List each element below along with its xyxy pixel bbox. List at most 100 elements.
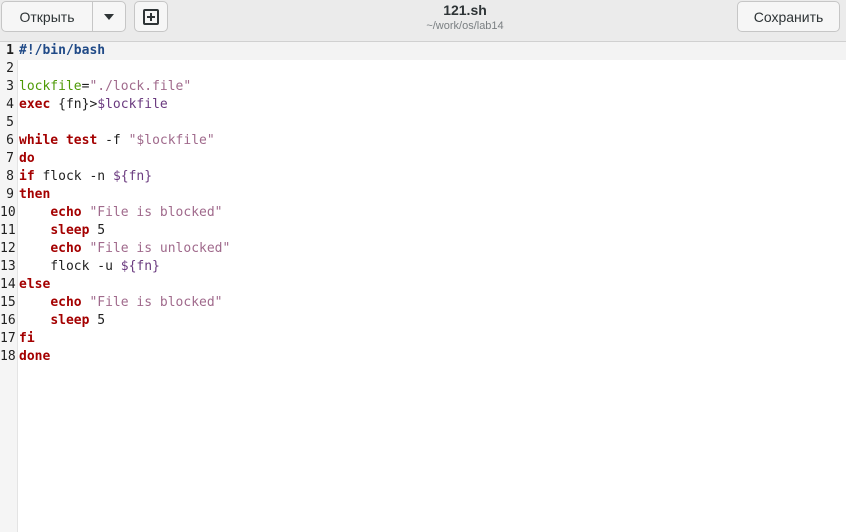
code-token: -f	[97, 133, 129, 148]
line-number: 14	[0, 277, 16, 292]
code-token: echo	[50, 241, 82, 256]
open-button-label: Открыть	[19, 8, 75, 25]
code-token: fi	[19, 331, 35, 346]
code-token: sleep	[50, 223, 90, 238]
code-token: $lockfile	[97, 97, 168, 112]
code-text: sleep 5	[19, 222, 105, 240]
document-path: ~/work/os/lab14	[426, 20, 504, 32]
code-token: else	[19, 277, 51, 292]
line-number: 16	[0, 313, 16, 328]
line-number: 15	[0, 295, 16, 310]
code-token: echo	[50, 205, 82, 220]
code-editor[interactable]: 1 #!/bin/bash 2 3 lockfile="./lock.file" 4 exe…	[0, 42, 846, 532]
code-token: ${fn}	[120, 259, 160, 274]
code-line[interactable]: 12 echo "File is unlocked"	[0, 240, 846, 258]
line-number: 5	[6, 115, 14, 130]
code-token: lockfile	[19, 79, 82, 94]
code-token: flock -n	[34, 169, 113, 184]
line-number: 2	[6, 61, 14, 76]
line-number: 1	[6, 43, 14, 58]
line-number: 4	[6, 97, 14, 112]
open-button[interactable]: Открыть	[1, 1, 93, 32]
code-line[interactable]: 11 sleep 5	[0, 222, 846, 240]
line-number: 7	[6, 151, 14, 166]
code-token: ${fn}	[112, 169, 153, 184]
code-line[interactable]: 6 while test -f "$lockfile"	[0, 132, 846, 150]
code-text: done	[19, 348, 50, 366]
code-text: do	[19, 150, 35, 168]
line-number: 11	[0, 223, 16, 238]
code-text: else	[19, 276, 50, 294]
code-text: echo "File is blocked"	[19, 204, 223, 222]
line-number: 17	[0, 331, 16, 346]
code-line[interactable]: 16 sleep 5	[0, 312, 846, 330]
header-bar: Открыть 121.sh ~/work/os/lab14 Сохранить	[0, 0, 846, 42]
code-line[interactable]: 4 exec {fn}>$lockfile	[0, 96, 846, 114]
code-token: done	[19, 349, 51, 364]
code-token: do	[19, 151, 35, 166]
code-token: "File is blocked"	[89, 295, 223, 310]
code-token: echo	[50, 295, 82, 310]
code-line[interactable]: 3 lockfile="./lock.file"	[0, 78, 846, 96]
line-number: 18	[0, 349, 16, 364]
code-token: 5	[89, 313, 106, 328]
code-text: while test -f "$lockfile"	[19, 132, 215, 150]
code-text: flock -u ${fn}	[19, 258, 160, 276]
save-button-label: Сохранить	[753, 8, 824, 25]
line-number: 3	[6, 79, 14, 94]
code-token: flock -u	[19, 259, 121, 274]
document-title-area: 121.sh ~/work/os/lab14	[330, 2, 600, 34]
code-line[interactable]: 7 do	[0, 150, 846, 168]
code-line[interactable]: 9 then	[0, 186, 846, 204]
save-button[interactable]: Сохранить	[737, 1, 840, 32]
code-line[interactable]: 8 if flock -n ${fn}	[0, 168, 846, 186]
code-token: "File is unlocked"	[89, 241, 231, 256]
code-token: 5	[89, 223, 106, 238]
code-line[interactable]: 15 echo "File is blocked"	[0, 294, 846, 312]
code-token: "$lockfile"	[128, 133, 215, 148]
code-text: then	[19, 186, 50, 204]
code-line[interactable]: 10 echo "File is blocked"	[0, 204, 846, 222]
line-number: 9	[6, 187, 14, 202]
code-text: echo "File is unlocked"	[19, 240, 230, 258]
open-button-group: Открыть	[1, 1, 126, 32]
code-token: if	[19, 169, 35, 184]
code-line[interactable]: 14 else	[0, 276, 846, 294]
code-text: echo "File is blocked"	[19, 294, 223, 312]
code-token: "File is blocked"	[89, 205, 223, 220]
code-token: while	[19, 133, 59, 148]
code-line[interactable]: 1 #!/bin/bash	[0, 42, 846, 60]
code-text: fi	[19, 330, 35, 348]
code-line[interactable]: 17 fi	[0, 330, 846, 348]
code-token: "./lock.file"	[89, 79, 192, 94]
line-number: 8	[6, 169, 14, 184]
document-title: 121.sh	[443, 2, 487, 18]
code-line[interactable]: 2	[0, 60, 846, 78]
code-text: lockfile="./lock.file"	[19, 78, 191, 96]
code-token: test	[65, 133, 98, 148]
new-document-button[interactable]	[134, 1, 168, 32]
code-line[interactable]: 13 flock -u ${fn}	[0, 258, 846, 276]
code-token: #!/bin/bash	[19, 43, 106, 58]
new-document-icon	[143, 8, 159, 25]
code-token: then	[19, 187, 51, 202]
code-text: if flock -n ${fn}	[19, 168, 152, 186]
line-number: 13	[0, 259, 16, 274]
code-token: {fn}>	[50, 97, 98, 112]
open-menu-button[interactable]	[92, 1, 126, 32]
code-token: exec	[19, 97, 51, 112]
code-token: sleep	[50, 313, 90, 328]
chevron-down-icon	[104, 13, 114, 20]
code-text: exec {fn}>$lockfile	[19, 96, 168, 114]
code-text: #!/bin/bash	[19, 42, 105, 60]
line-number: 10	[0, 205, 16, 220]
code-text: sleep 5	[19, 312, 105, 330]
code-line[interactable]: 5	[0, 114, 846, 132]
code-line[interactable]: 18 done	[0, 348, 846, 366]
